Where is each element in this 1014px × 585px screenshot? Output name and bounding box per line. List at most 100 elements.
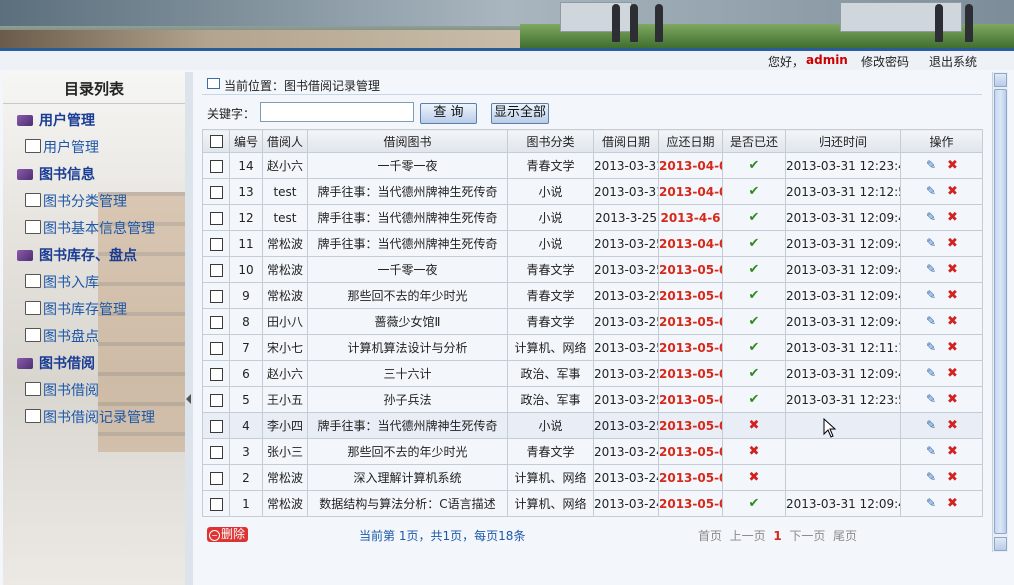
row-select-cell[interactable] <box>202 282 230 309</box>
row-checkbox[interactable] <box>209 185 223 199</box>
next-page-link[interactable]: 下一页 <box>789 529 825 543</box>
select-all-checkbox[interactable] <box>209 135 223 148</box>
row-checkbox[interactable] <box>209 393 223 407</box>
row-actions: ✎ ✖ <box>900 438 983 465</box>
delete-x-icon[interactable]: ✖ <box>947 158 958 173</box>
book-category: 政治、军事 <box>507 386 594 413</box>
first-page-link[interactable]: 首页 <box>698 529 722 543</box>
edit-pencil-icon[interactable]: ✎ <box>925 496 937 510</box>
delete-x-icon[interactable]: ✖ <box>947 288 958 303</box>
banner-person <box>655 4 663 42</box>
scroll-up-arrow-icon[interactable] <box>994 73 1007 87</box>
row-checkbox[interactable] <box>209 315 223 329</box>
sidebar-group-book-info[interactable]: 图书信息 <box>17 164 95 184</box>
sidebar-group-borrow[interactable]: 图书借阅 <box>17 353 95 373</box>
row-select-cell[interactable] <box>202 412 230 439</box>
row-select-cell[interactable] <box>202 308 230 335</box>
row-checkbox[interactable] <box>209 263 223 277</box>
row-select-cell[interactable] <box>202 256 230 283</box>
row-select-cell[interactable] <box>202 360 230 387</box>
edit-pencil-icon[interactable]: ✎ <box>925 444 937 458</box>
delete-button[interactable]: − 删除 <box>207 527 249 542</box>
row-checkbox[interactable] <box>209 341 223 355</box>
edit-pencil-icon[interactable]: ✎ <box>925 158 937 172</box>
edit-pencil-icon[interactable]: ✎ <box>925 340 937 354</box>
delete-x-icon[interactable]: ✖ <box>947 262 958 277</box>
delete-x-icon[interactable]: ✖ <box>947 236 958 251</box>
row-checkbox[interactable] <box>209 445 223 459</box>
delete-x-icon[interactable]: ✖ <box>947 496 958 511</box>
edit-pencil-icon[interactable]: ✎ <box>925 314 937 328</box>
column-header: 借阅图书 <box>307 129 508 153</box>
sidebar-group-user[interactable]: 用户管理 <box>17 110 95 130</box>
scroll-thumb[interactable] <box>994 89 1007 534</box>
sidebar-toggle-splitter[interactable] <box>185 72 193 585</box>
vertical-scrollbar[interactable] <box>992 72 1008 552</box>
delete-x-icon[interactable]: ✖ <box>947 392 958 407</box>
scroll-down-arrow-icon[interactable] <box>994 537 1007 551</box>
row-select-cell[interactable] <box>202 230 230 257</box>
delete-x-icon[interactable]: ✖ <box>947 366 958 381</box>
sidebar-item-book-info-management[interactable]: 图书基本信息管理 <box>25 218 155 238</box>
row-select-cell[interactable] <box>202 490 230 517</box>
sidebar-group-inventory[interactable]: 图书库存、盘点 <box>17 245 137 265</box>
edit-pencil-icon[interactable]: ✎ <box>925 236 937 250</box>
row-select-cell[interactable] <box>202 438 230 465</box>
sidebar-group-label: 用户管理 <box>39 113 95 129</box>
edit-pencil-icon[interactable]: ✎ <box>925 470 937 484</box>
row-select-cell[interactable] <box>202 464 230 491</box>
row-select-cell[interactable] <box>202 152 230 179</box>
sidebar-item-stocktake[interactable]: 图书盘点 <box>25 326 99 346</box>
logout-link[interactable]: 退出系统 <box>929 53 977 70</box>
row-checkbox[interactable] <box>209 419 223 433</box>
edit-pencil-icon[interactable]: ✎ <box>925 262 937 276</box>
delete-x-icon[interactable]: ✖ <box>947 470 958 485</box>
sidebar-item-borrow-records[interactable]: 图书借阅记录管理 <box>25 407 155 427</box>
edit-pencil-icon[interactable]: ✎ <box>925 210 937 224</box>
edit-pencil-icon[interactable]: ✎ <box>925 418 937 432</box>
change-password-link[interactable]: 修改密码 <box>861 53 909 70</box>
prev-page-link[interactable]: 上一页 <box>730 529 766 543</box>
select-all-cell[interactable] <box>202 129 230 153</box>
row-checkbox[interactable] <box>209 497 223 511</box>
edit-pencil-icon[interactable]: ✎ <box>925 184 937 198</box>
keyword-input[interactable] <box>260 102 414 122</box>
delete-x-icon[interactable]: ✖ <box>947 418 958 433</box>
current-page-link[interactable]: 1 <box>773 529 781 543</box>
collapse-arrow-icon[interactable] <box>186 394 191 404</box>
last-page-link[interactable]: 尾页 <box>833 529 857 543</box>
row-select-cell[interactable] <box>202 334 230 361</box>
row-checkbox[interactable] <box>209 289 223 303</box>
check-icon: ✔ <box>748 366 760 381</box>
book-title: 牌手往事：当代德州牌神生死传奇 <box>307 204 508 231</box>
sidebar-item-stock-management[interactable]: 图书库存管理 <box>25 299 127 319</box>
show-all-button[interactable]: 显示全部 <box>491 103 549 124</box>
delete-x-icon[interactable]: ✖ <box>947 314 958 329</box>
row-checkbox[interactable] <box>209 211 223 225</box>
edit-pencil-icon[interactable]: ✎ <box>925 392 937 406</box>
row-checkbox[interactable] <box>209 367 223 381</box>
return-time: 2013-03-31 12:23:52 <box>785 386 901 413</box>
sidebar-item-category-management[interactable]: 图书分类管理 <box>25 191 127 211</box>
delete-x-icon[interactable]: ✖ <box>947 340 958 355</box>
delete-x-icon[interactable]: ✖ <box>947 444 958 459</box>
row-checkbox[interactable] <box>209 471 223 485</box>
row-select-cell[interactable] <box>202 386 230 413</box>
delete-button-label: 删除 <box>221 527 246 541</box>
row-checkbox[interactable] <box>209 237 223 251</box>
query-button[interactable]: 查 询 <box>420 103 477 124</box>
row-select-cell[interactable] <box>202 204 230 231</box>
sidebar-item-stock-in[interactable]: 图书入库 <box>25 272 99 292</box>
delete-x-icon[interactable]: ✖ <box>947 210 958 225</box>
sidebar-item-label: 图书分类管理 <box>43 194 127 210</box>
window-icon <box>207 78 220 89</box>
delete-x-icon[interactable]: ✖ <box>947 184 958 199</box>
edit-pencil-icon[interactable]: ✎ <box>925 366 937 380</box>
sidebar-item-user-management[interactable]: 用户管理 <box>25 137 99 157</box>
table-row: 8田小八蔷薇少女馆Ⅱ青春文学2013-03-252013-05-01 ✔ 2013-… <box>202 308 983 335</box>
row-select-cell[interactable] <box>202 178 230 205</box>
banner-person <box>935 4 943 42</box>
row-checkbox[interactable] <box>209 159 223 173</box>
sidebar-item-borrow[interactable]: 图书借阅 <box>25 380 99 400</box>
edit-pencil-icon[interactable]: ✎ <box>925 288 937 302</box>
